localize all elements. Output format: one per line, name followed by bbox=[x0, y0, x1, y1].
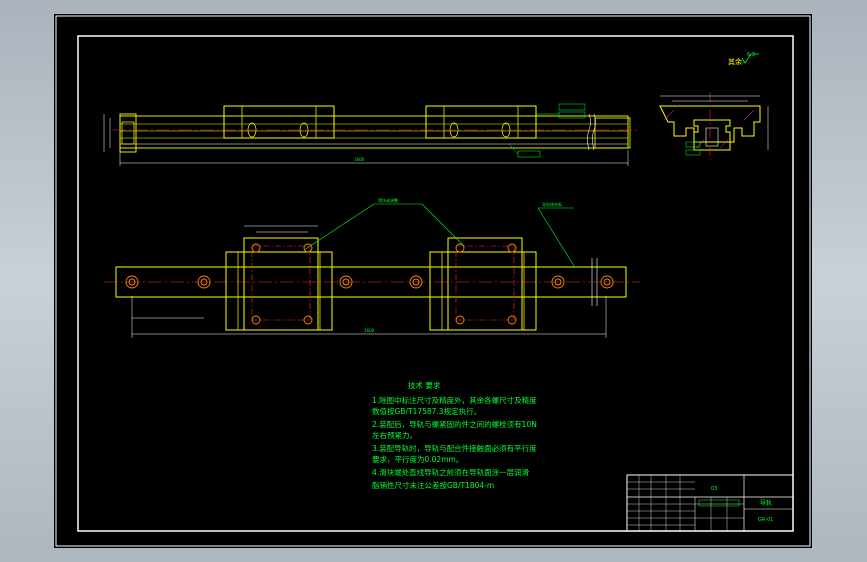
callout-right-text: 导轨线夹板 bbox=[542, 201, 562, 207]
carriage-seal-1b bbox=[315, 105, 335, 139]
side-elevation-view: 1600 bbox=[103, 103, 638, 166]
tech-req-title: 技术 要求 bbox=[408, 380, 441, 390]
dim-plan-length: 1600 bbox=[364, 328, 375, 333]
side-callout-box bbox=[558, 103, 586, 111]
end-screw-left bbox=[121, 121, 135, 145]
end-section-view bbox=[659, 92, 769, 160]
plan-callouts: 滑块或调整 导轨线夹板 bbox=[303, 197, 575, 267]
roughness-note: 其余 6.3 bbox=[728, 52, 759, 66]
carriage-plan-1 bbox=[225, 251, 333, 331]
side-leader bbox=[508, 143, 519, 155]
title-block-code: 03 bbox=[711, 486, 717, 492]
title-block: 03 导轨 GR-01 bbox=[626, 474, 794, 532]
tech-req-line: 要求，平行度为0.02mm。 bbox=[372, 454, 463, 464]
rail-side-extension bbox=[594, 117, 631, 149]
technical-requirements: 技术 要求 1.除图中标注尺寸及精度外，其余各螺尺寸及精度 数值按GB/T175… bbox=[372, 380, 537, 490]
carriage-hole bbox=[303, 315, 313, 325]
carriage-side-2 bbox=[425, 105, 537, 139]
title-block-sheet: GR-01 bbox=[758, 517, 773, 523]
end-block-left bbox=[119, 113, 137, 153]
carriage-seal-1a bbox=[223, 105, 243, 139]
side-callout-box bbox=[517, 150, 541, 158]
carriage-plan-2 bbox=[429, 251, 537, 331]
roughness-note-text: 其余 bbox=[728, 57, 742, 66]
tech-req-line: 数值按GB/T17587.3规定执行。 bbox=[372, 406, 481, 416]
carriage-hole bbox=[507, 315, 517, 325]
carriage-seal-plan-2b bbox=[523, 251, 537, 331]
plan-view: 滑块或调整 导轨线夹板 1600 bbox=[104, 197, 640, 338]
title-block-grid bbox=[627, 475, 744, 531]
carriage-seal-plan-2a bbox=[429, 251, 443, 331]
tech-req-line: 1.除图中标注尺寸及精度外，其余各螺尺寸及精度 bbox=[372, 395, 537, 405]
drawing-border-outer bbox=[55, 15, 811, 547]
title-block-highlight bbox=[698, 499, 740, 507]
roughness-symbol bbox=[741, 53, 759, 64]
section-hatch bbox=[743, 109, 755, 121]
carriage-seal-2b bbox=[517, 105, 537, 139]
dim-side-length: 1600 bbox=[354, 157, 365, 162]
carriage-seal-2a bbox=[425, 105, 445, 139]
cad-viewport[interactable]: 其余 6.3 1600 滑块或调整 导轨线夹板 1600 技术 要求 1.除图中… bbox=[54, 14, 812, 548]
callout-leader bbox=[421, 203, 465, 247]
carriage-bolt-pattern-1 bbox=[251, 245, 311, 321]
title-block-name: 导轨 bbox=[760, 499, 772, 507]
carriage-side-1 bbox=[223, 105, 335, 139]
break-line bbox=[587, 113, 591, 151]
section-hatch bbox=[719, 139, 729, 149]
carriage-seal-plan-1a bbox=[225, 251, 239, 331]
carriage-seal-plan-1b bbox=[319, 251, 333, 331]
tech-req-line: 3.装配导轨时，导轨与配合件接触面必须有平行度 bbox=[372, 443, 537, 453]
roughness-symbol-value: 6.3 bbox=[747, 52, 755, 58]
section-hatch bbox=[663, 109, 675, 121]
tech-req-line: 4.滑块端处直线导轨之前须在导轨面涂一层润滑 bbox=[372, 467, 530, 477]
callout-left-text: 滑块或调整 bbox=[378, 197, 398, 203]
tech-req-line: 2.装配后，导轨与螺紧固的件之间的螺栓须有10N bbox=[372, 419, 537, 429]
carriage-bolt-pattern-2 bbox=[455, 245, 515, 321]
side-callout-box bbox=[558, 111, 586, 119]
carriage-hole bbox=[507, 243, 517, 253]
rail-side bbox=[119, 115, 629, 149]
callout-leader bbox=[537, 207, 575, 267]
carriage-holes bbox=[251, 243, 517, 325]
carriage-hole bbox=[251, 243, 261, 253]
rail-bolt-section bbox=[705, 127, 719, 147]
section-callout-box bbox=[685, 149, 701, 156]
drawing-sheet: 其余 6.3 1600 滑块或调整 导轨线夹板 1600 技术 要求 1.除图中… bbox=[55, 15, 811, 547]
callout-leader bbox=[303, 203, 375, 251]
rail-profile bbox=[693, 119, 731, 151]
tech-req-line: 左右预紧力。 bbox=[372, 430, 417, 440]
tech-req-line: 脂销性尺寸未注公差按GB/T1804-m bbox=[372, 480, 494, 490]
